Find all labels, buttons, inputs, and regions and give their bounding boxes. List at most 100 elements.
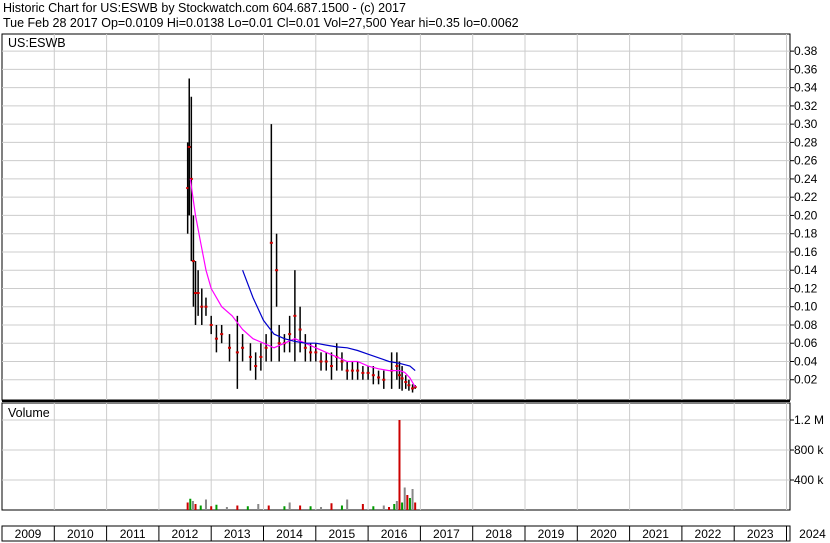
close-marker [395,365,399,368]
close-marker [400,377,404,380]
volume-bar [215,504,218,510]
x-tick-label: 2010 [67,527,94,541]
volume-bar [236,505,239,510]
volume-panel: 400 k 800 k 1.2 M Volume [1,402,824,511]
close-marker [371,374,375,377]
close-marker [277,342,281,345]
close-marker [314,351,318,354]
x-tick-label: 2018 [485,527,512,541]
volume-bar [283,506,286,510]
volume-bar [320,507,323,510]
volume-bar [186,502,189,510]
volume-bar [393,504,396,510]
price-panel-title: US:ESWB [8,36,66,50]
volume-bar [403,487,406,510]
price-tick-label: 0.26 [794,154,818,168]
price-tick-label: 0.28 [794,135,818,149]
volume-bar [189,498,192,510]
x-tick-label: 2012 [172,527,199,541]
close-marker [356,369,360,372]
close-marker [298,328,302,331]
price-tick-label: 0.14 [794,263,818,277]
volume-bar [267,505,270,510]
close-marker [191,260,195,263]
close-marker [361,371,365,374]
x-tick-label: 2024 [799,527,826,541]
close-marker [397,374,401,377]
volume-bar [406,495,409,510]
volume-bar [309,506,312,510]
close-marker [350,369,354,372]
volume-bar [199,505,202,510]
volume-bar [414,502,417,510]
price-panel: 0.02 0.04 0.06 0.08 0.10 0.12 0.14 0.16 0.18 0.20… [1,33,818,401]
volume-bar [398,420,401,510]
volume-panel-title: Volume [8,406,50,420]
price-y-ticks: 0.02 0.04 0.06 0.08 0.10 0.12 0.14 0.16 0.18 0.20… [790,44,818,387]
volume-bar [299,505,302,510]
close-marker [275,269,279,272]
volume-bar [225,507,228,510]
x-tick-label: 2009 [15,527,42,541]
close-marker [329,365,333,368]
close-marker [324,360,328,363]
volume-bar [395,501,398,510]
x-ticks: 2009 2010 2011 2012 2013 2014 2015 2016 2017 2018… [15,526,826,541]
close-marker [209,323,213,326]
price-tick-label: 0.38 [794,44,818,58]
close-marker [204,305,208,308]
price-tick-label: 0.22 [794,190,818,204]
volume-bar [346,499,349,510]
x-tick-label: 2015 [328,527,355,541]
close-marker [220,333,224,336]
volume-bar [361,504,364,510]
price-tick-label: 0.30 [794,117,818,131]
close-marker [411,387,415,390]
close-marker [248,355,252,358]
volume-bar [288,502,291,510]
x-tick-label: 2016 [381,527,408,541]
close-marker [303,346,307,349]
close-marker [366,371,370,374]
x-tick-label: 2011 [120,527,146,541]
volume-panel-frame [1,402,791,511]
volume-bar [411,489,414,510]
close-marker [254,365,258,368]
volume-y-ticks: 400 k 800 k 1.2 M [790,413,824,487]
close-marker [228,346,232,349]
close-marker [345,369,349,372]
close-marker [319,360,323,363]
close-marker [269,241,273,244]
price-tick-label: 0.18 [794,227,818,241]
x-tick-label: 2017 [433,527,460,541]
volume-bar [246,506,249,510]
price-tick-label: 0.08 [794,318,818,332]
close-marker [377,376,381,379]
price-tick-label: 0.04 [794,354,818,368]
volume-bar [372,506,375,510]
price-tick-label: 0.34 [794,81,818,95]
close-marker [214,337,218,340]
price-tick-label: 0.02 [794,373,818,387]
volume-bar [194,504,197,510]
volume-bar [330,503,333,510]
volume-tick-label: 800 k [794,443,824,457]
x-tick-label: 2019 [538,527,565,541]
volume-bar [408,498,411,510]
close-marker [264,346,268,349]
volume-bar [382,505,385,510]
x-tick-label: 2022 [695,527,722,541]
volume-bar [388,507,391,510]
volume-bar [210,506,213,510]
close-marker [340,360,344,363]
volume-bar [340,505,343,510]
close-marker [194,292,198,295]
price-tick-label: 0.10 [794,300,818,314]
volume-tick-label: 1.2 M [794,413,824,427]
x-tick-label: 2020 [590,527,617,541]
close-marker [259,355,263,358]
volume-bar [401,502,404,510]
close-marker [241,346,245,349]
price-tick-label: 0.20 [794,208,818,222]
volume-bar [191,501,194,510]
